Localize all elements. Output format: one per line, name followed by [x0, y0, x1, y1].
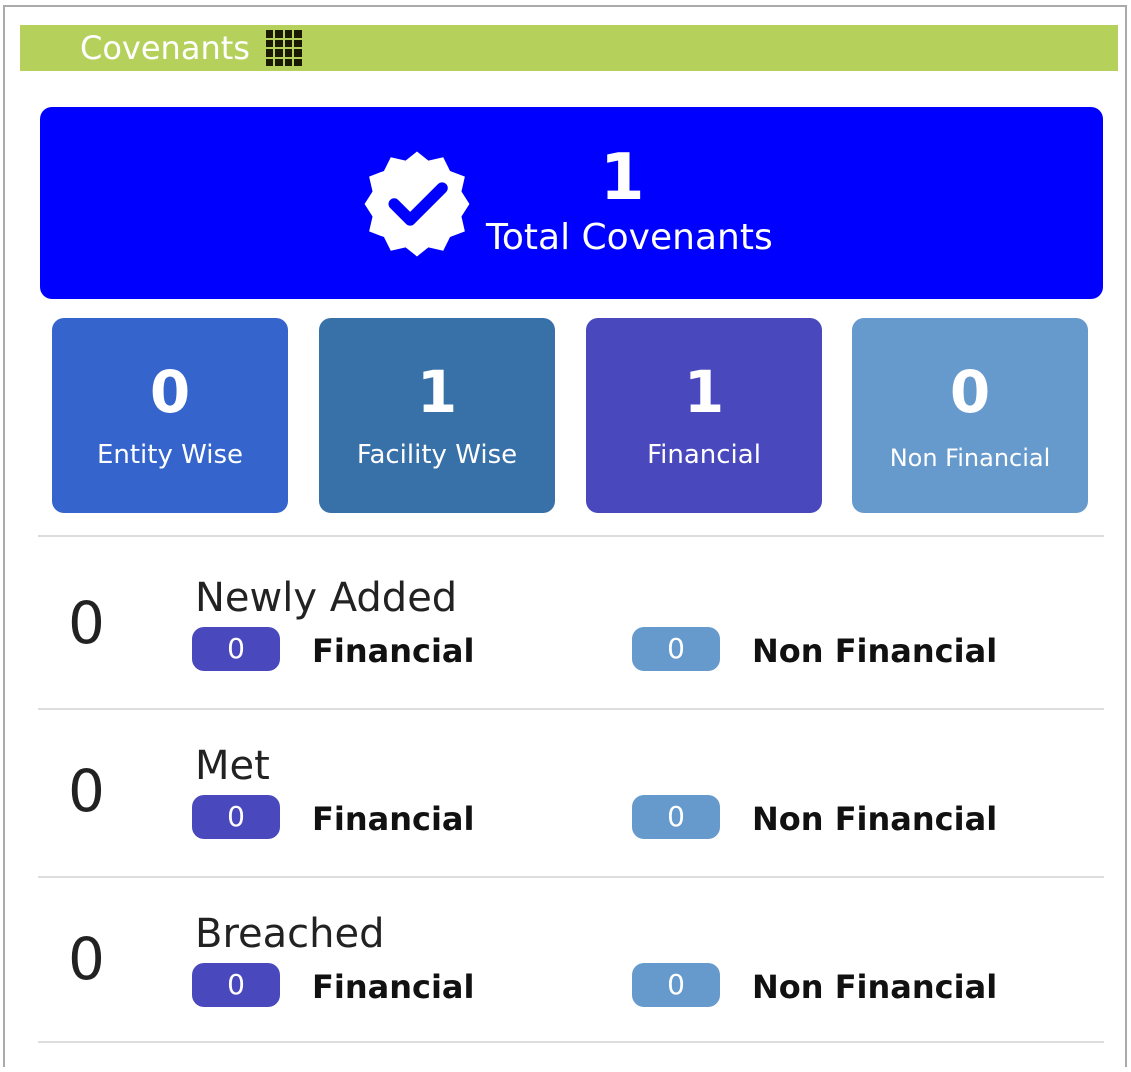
financial-label: Financial [312, 632, 475, 670]
financial-pill[interactable]: 0 [192, 795, 280, 839]
header-title: Covenants [80, 29, 250, 67]
financial-pill[interactable]: 0 [192, 627, 280, 671]
covenants-header: Covenants [20, 25, 1118, 71]
row-count: 0 [68, 589, 105, 657]
status-row-breached[interactable]: 0 Breached 0 Financial 0 Non Financial [38, 873, 1104, 1043]
tile-value: 1 [416, 358, 458, 426]
financial-label: Financial [312, 968, 475, 1006]
row-title: Newly Added [195, 575, 458, 621]
tile-label: Financial [647, 440, 761, 470]
divider [38, 1041, 1104, 1043]
financial-label: Financial [312, 800, 475, 838]
tile-facility-wise[interactable]: 1 Facility Wise [319, 318, 555, 513]
tile-value: 1 [683, 358, 725, 426]
verified-badge-icon [364, 151, 470, 257]
status-row-newly-added[interactable]: 0 Newly Added 0 Financial 0 Non Financia… [38, 537, 1104, 707]
tile-non-financial[interactable]: 0 Non Financial [852, 318, 1088, 513]
non-financial-pill[interactable]: 0 [632, 795, 720, 839]
tile-entity-wise[interactable]: 0 Entity Wise [52, 318, 288, 513]
non-financial-pill[interactable]: 0 [632, 963, 720, 1007]
grid-icon[interactable] [264, 28, 304, 68]
row-count: 0 [68, 925, 105, 993]
non-financial-label: Non Financial [752, 632, 998, 670]
row-title: Met [195, 743, 270, 789]
non-financial-label: Non Financial [752, 968, 998, 1006]
total-covenants-label: Total Covenants [486, 217, 773, 258]
tile-value: 0 [949, 358, 991, 426]
tile-label: Non Financial [889, 444, 1051, 472]
tile-financial[interactable]: 1 Financial [586, 318, 822, 513]
tile-label: Facility Wise [356, 440, 518, 470]
row-count: 0 [68, 757, 105, 825]
status-row-met[interactable]: 0 Met 0 Financial 0 Non Financial [38, 705, 1104, 875]
tile-value: 0 [149, 358, 191, 426]
tile-label: Entity Wise [96, 440, 244, 470]
total-covenants-value: 1 [600, 141, 645, 215]
row-title: Breached [195, 911, 385, 957]
non-financial-pill[interactable]: 0 [632, 627, 720, 671]
financial-pill[interactable]: 0 [192, 963, 280, 1007]
total-covenants-card[interactable]: 1 Total Covenants [40, 107, 1103, 299]
non-financial-label: Non Financial [752, 800, 998, 838]
